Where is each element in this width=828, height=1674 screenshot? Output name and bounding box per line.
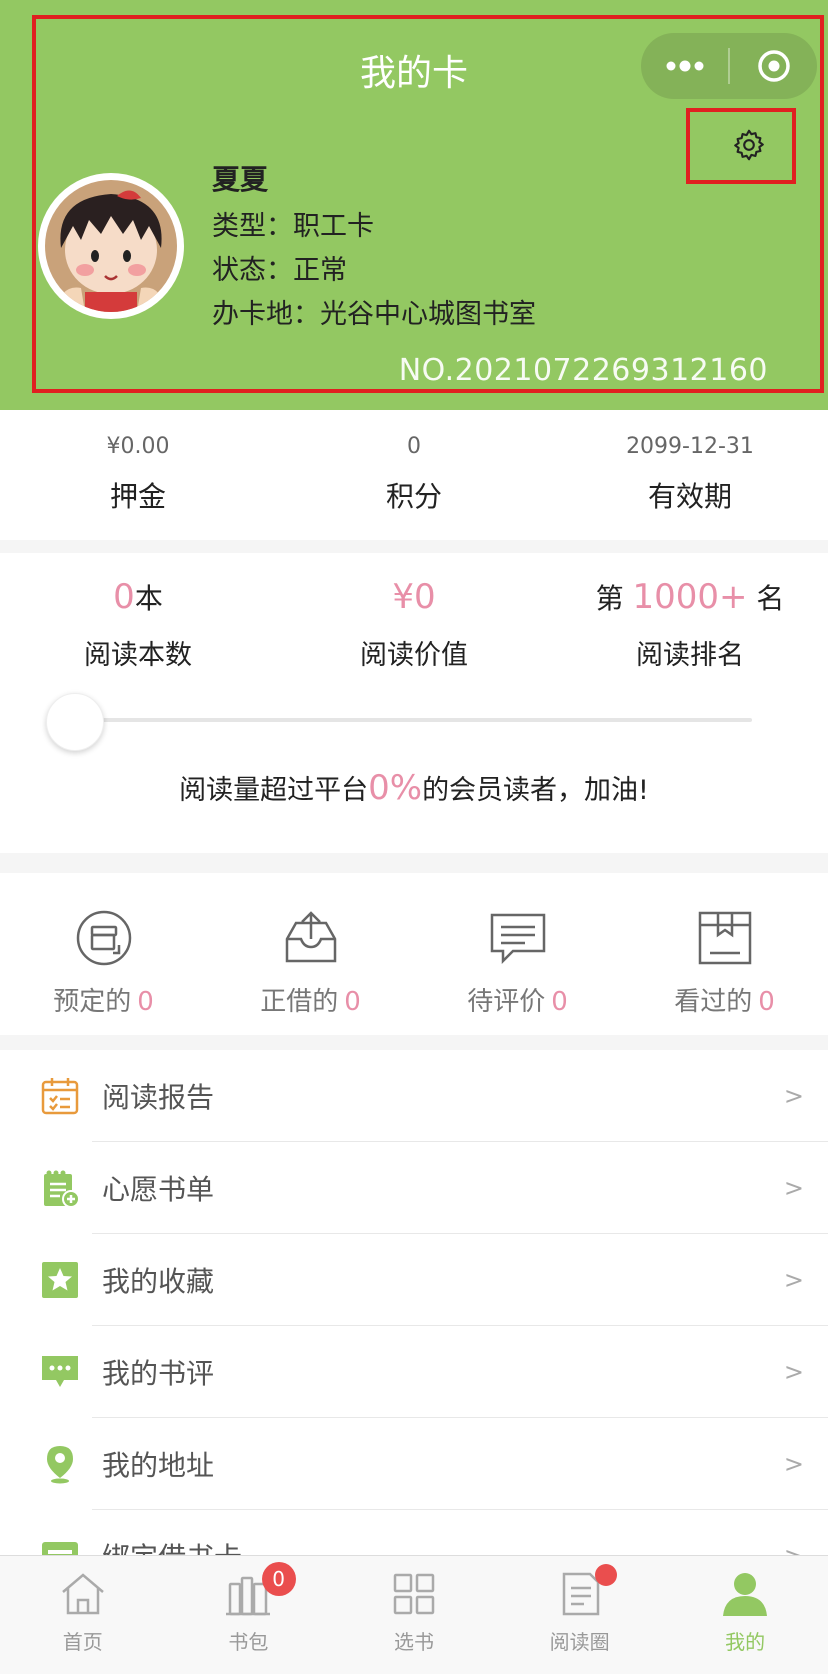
reading-message: 阅读量超过平台0%的会员读者，加油! bbox=[0, 768, 828, 808]
stat-value: 0 bbox=[407, 434, 421, 459]
order-read[interactable]: 看过的 0 bbox=[621, 873, 828, 1035]
reading-worth-label: 阅读价值 bbox=[360, 640, 468, 671]
reading-message-percent: 0% bbox=[368, 768, 423, 808]
bookbag-badge: 0 bbox=[261, 1562, 296, 1596]
tab-reading-circle[interactable]: 阅读圈 bbox=[497, 1556, 663, 1674]
reading-rank-label: 阅读排名 bbox=[636, 640, 744, 671]
person-icon bbox=[723, 1573, 768, 1616]
highlight-box-settings bbox=[686, 108, 796, 184]
inbox-upload-icon bbox=[285, 911, 336, 963]
menu-item-reviews[interactable]: 我的书评 > bbox=[0, 1326, 828, 1418]
reading-progress-track bbox=[50, 718, 752, 722]
menu-item-bind-card[interactable]: 绑定借书卡 > bbox=[0, 1510, 828, 1560]
stat-value: ¥0.00 bbox=[106, 434, 170, 459]
comment-icon bbox=[490, 913, 545, 965]
reading-progress-thumb[interactable] bbox=[46, 693, 104, 751]
rank-prefix: 第 bbox=[595, 582, 624, 615]
tab-choose-books[interactable]: 选书 bbox=[331, 1556, 497, 1674]
reading-count[interactable]: 0本 阅读本数 bbox=[0, 553, 276, 672]
tab-label: 选书 bbox=[393, 1630, 434, 1654]
order-reserved[interactable]: 预定的 0 bbox=[0, 873, 207, 1035]
reading-count-unit: 本 bbox=[134, 582, 163, 615]
stat-points[interactable]: 0 积分 bbox=[276, 410, 552, 540]
stat-label: 有效期 bbox=[647, 480, 732, 513]
menu-item-favorites[interactable]: 我的收藏 > bbox=[0, 1234, 828, 1326]
reserve-icon bbox=[76, 910, 131, 966]
location-pin-icon bbox=[47, 1446, 73, 1484]
reading-message-post: 的会员读者，加油! bbox=[422, 775, 649, 806]
order-count: 0 bbox=[758, 987, 775, 1017]
order-count: 0 bbox=[344, 987, 361, 1017]
menu-item-label: 我的地址 bbox=[102, 1449, 215, 1482]
rank-value: 1000+ bbox=[632, 577, 748, 617]
order-label: 预定的 bbox=[53, 987, 132, 1017]
menu-item-label: 我的收藏 bbox=[102, 1265, 215, 1298]
tab-label: 书包 bbox=[228, 1630, 269, 1654]
menu-item-reading-report[interactable]: 阅读报告 > bbox=[0, 1050, 828, 1142]
chevron-right-icon: > bbox=[783, 1450, 804, 1478]
stat-deposit[interactable]: ¥0.00 押金 bbox=[0, 410, 276, 540]
order-shortcuts: 预定的 0 正借的 0 待评价 0 看过的 0 bbox=[0, 873, 828, 1035]
reading-worth[interactable]: ¥0 阅读价值 bbox=[276, 553, 552, 672]
tab-bookbag[interactable]: 书包 0 bbox=[166, 1556, 332, 1674]
reading-count-label: 阅读本数 bbox=[84, 640, 192, 671]
menu-item-wishlist[interactable]: 心愿书单 > bbox=[0, 1142, 828, 1234]
chevron-right-icon: > bbox=[783, 1174, 804, 1202]
menu-list: 阅读报告 > 心愿书单 > 我的收藏 > 我的书评 > 我的地址 > 绑定借书卡… bbox=[0, 1050, 828, 1560]
menu-item-label: 心愿书单 bbox=[102, 1173, 215, 1206]
highlight-box-header bbox=[32, 15, 824, 393]
stat-expiry[interactable]: 2099-12-31 有效期 bbox=[552, 410, 828, 540]
stat-label: 积分 bbox=[385, 480, 442, 513]
order-to-review[interactable]: 待评价 0 bbox=[414, 873, 621, 1035]
tab-label: 我的 bbox=[725, 1630, 766, 1654]
home-icon bbox=[61, 1573, 104, 1615]
account-stats: ¥0.00 押金 0 积分 2099-12-31 有效期 bbox=[0, 410, 828, 540]
chevron-right-icon: > bbox=[783, 1266, 804, 1294]
calendar-report-icon bbox=[41, 1078, 79, 1115]
order-count: 0 bbox=[137, 987, 154, 1017]
chat-bubble-icon bbox=[42, 1356, 78, 1387]
order-borrowing[interactable]: 正借的 0 bbox=[207, 873, 414, 1035]
order-label: 待评价 bbox=[467, 987, 546, 1017]
menu-item-address[interactable]: 我的地址 > bbox=[0, 1418, 828, 1510]
chevron-right-icon: > bbox=[783, 1358, 804, 1386]
star-icon bbox=[42, 1262, 78, 1298]
rank-suffix: 名 bbox=[756, 582, 785, 615]
reading-message-pre: 阅读量超过平台 bbox=[179, 775, 369, 806]
reading-circle-dot bbox=[594, 1564, 617, 1586]
tab-label: 阅读圈 bbox=[549, 1630, 610, 1654]
wishlist-icon bbox=[44, 1170, 80, 1208]
chevron-right-icon: > bbox=[783, 1082, 804, 1110]
order-label: 正借的 bbox=[260, 987, 339, 1017]
order-count: 0 bbox=[551, 987, 568, 1017]
reading-worth-value: ¥0 bbox=[392, 577, 436, 617]
reading-count-value: 0 bbox=[113, 577, 135, 617]
menu-item-label: 我的书评 bbox=[102, 1357, 215, 1390]
book-box-icon bbox=[698, 911, 751, 965]
menu-item-label: 阅读报告 bbox=[102, 1081, 215, 1114]
tab-home[interactable]: 首页 bbox=[0, 1556, 166, 1674]
tab-label: 首页 bbox=[62, 1630, 103, 1654]
reading-rank[interactable]: 第 1000+ 名 阅读排名 bbox=[552, 553, 828, 672]
stat-value: 2099-12-31 bbox=[626, 434, 754, 459]
order-label: 看过的 bbox=[674, 987, 753, 1017]
grid-icon bbox=[393, 1573, 435, 1615]
reading-summary: 0本 阅读本数 ¥0 阅读价值 第 1000+ 名 阅读排名 阅读量超过平台0%… bbox=[0, 553, 828, 853]
tab-bar: 首页 书包 0 选书 阅读圈 我的 bbox=[0, 1555, 828, 1674]
stat-label: 押金 bbox=[109, 480, 166, 513]
tab-mine[interactable]: 我的 bbox=[662, 1556, 828, 1674]
